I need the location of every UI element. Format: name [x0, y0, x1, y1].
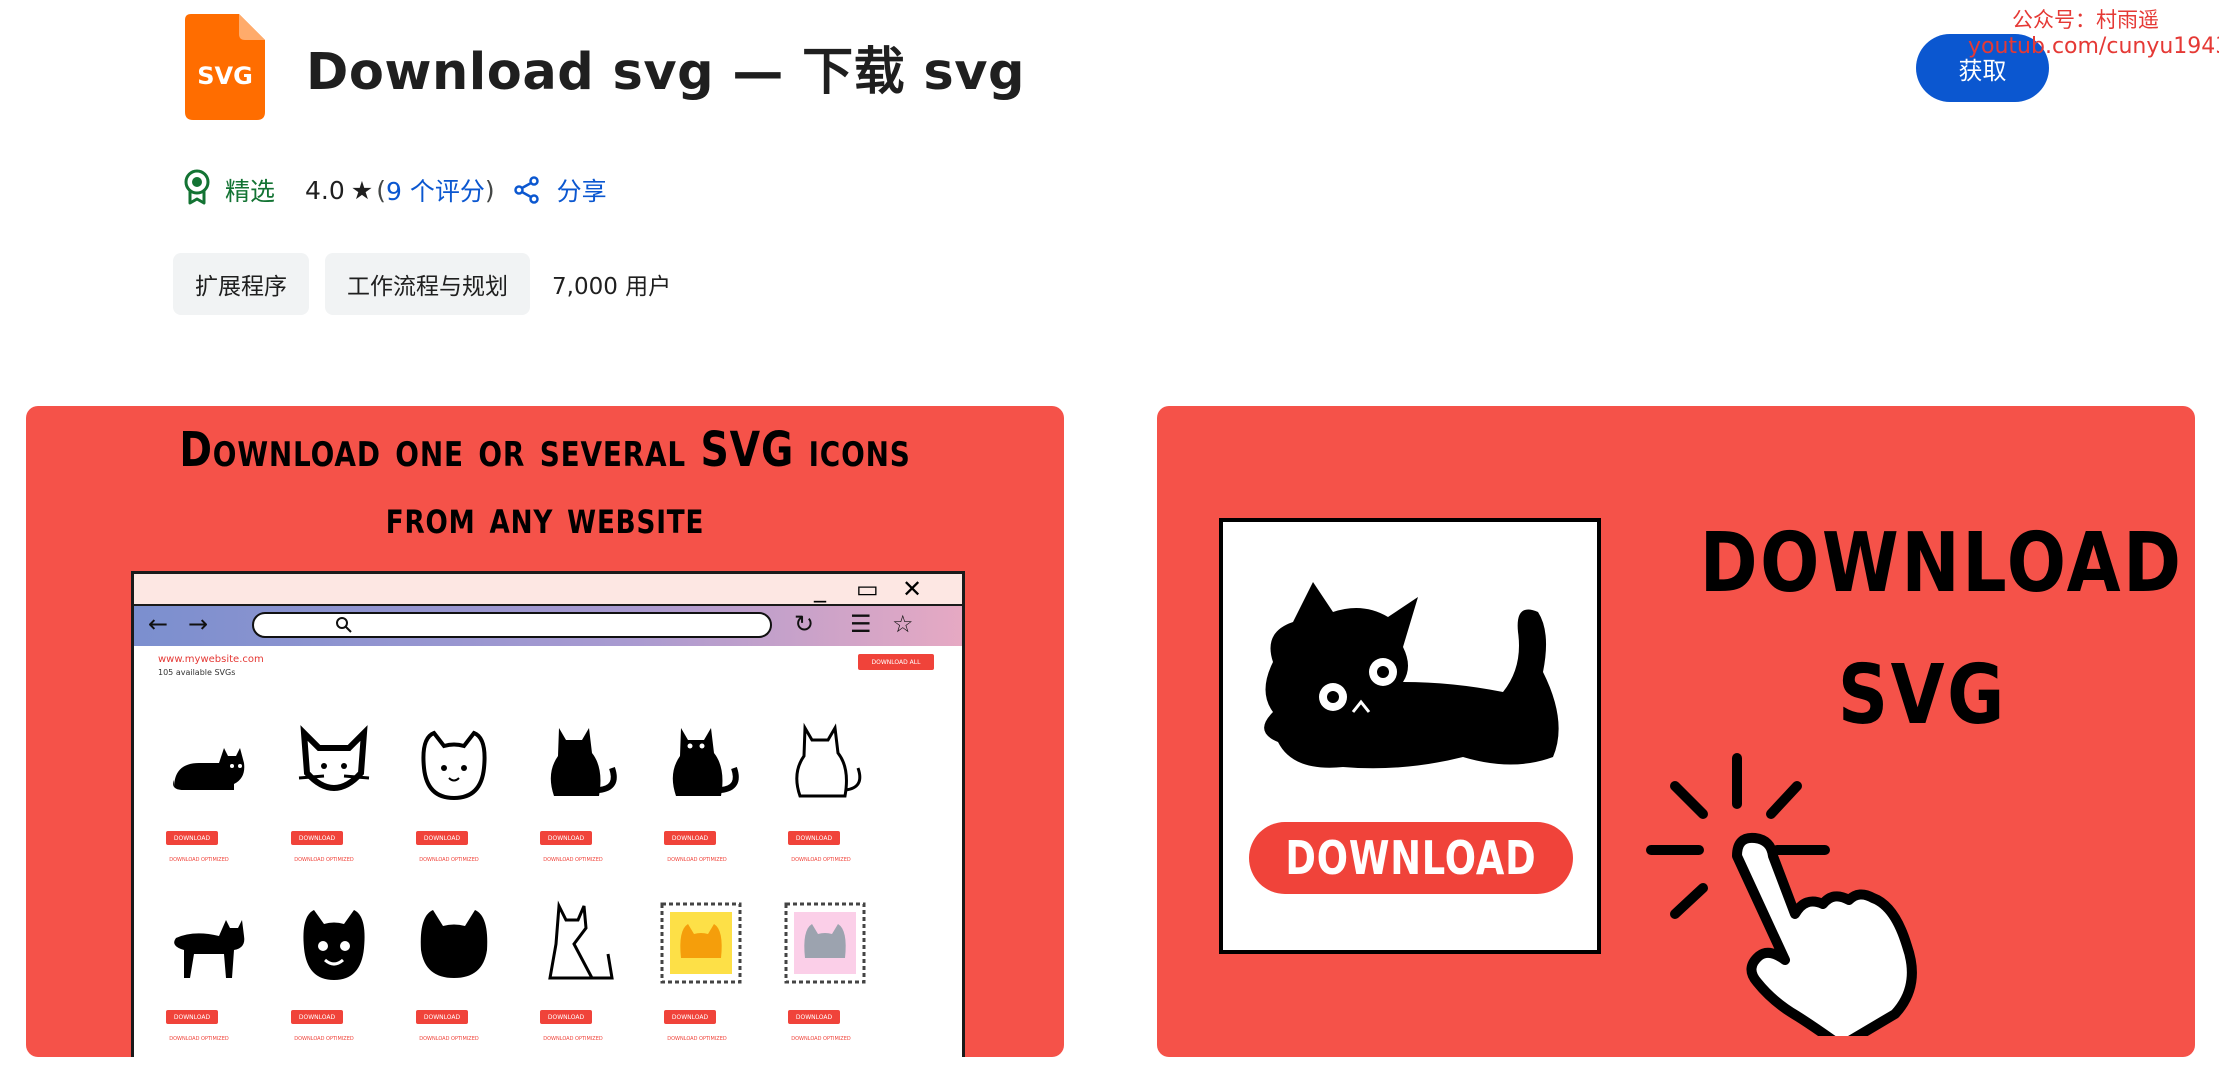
cat-face-smile-icon: [303, 910, 365, 980]
download-optimized-link: DOWNLOAD OPTIMIZED: [419, 1036, 479, 1042]
card1-heading-line1: Download one or several SVG icons: [179, 422, 911, 478]
browser-titlebar: _ ▭ ✕: [134, 574, 962, 606]
chip-workflow-planning[interactable]: 工作流程与规划: [325, 253, 530, 315]
download-button: DOWNLOAD: [788, 1010, 840, 1024]
browser-mockup: _ ▭ ✕ ← → ↻ ☰ ☆ www.mywebsite.com 105 av…: [131, 571, 965, 1057]
card2-heading-line1: DOWNLOAD: [1657, 516, 2187, 611]
cat-sitting-icon: [550, 728, 617, 796]
screenshot-card-1[interactable]: Download one or several SVG icons from a…: [26, 406, 1064, 1057]
cat-outline-sitting-icon: [795, 722, 862, 798]
card2-heading-line1-text: DOWNLOAD: [1699, 516, 2184, 611]
reload-icon: ↻: [794, 610, 815, 638]
black-cat-illustration: [1264, 582, 1559, 769]
user-count: 7,000 用户: [552, 274, 672, 300]
cat-face-outline-icon: [298, 725, 370, 791]
cat-line-art-icon: [548, 900, 614, 980]
download-optimized-link: DOWNLOAD OPTIMIZED: [791, 1036, 851, 1042]
download-optimized-link: DOWNLOAD OPTIMIZED: [543, 857, 603, 863]
svg-gallery-page: www.mywebsite.com 105 available SVGs DOW…: [144, 648, 952, 1057]
download-optimized-link: DOWNLOAD OPTIMIZED: [667, 1036, 727, 1042]
watermark-url: youtub.com/cunyu1943: [1968, 34, 2219, 59]
cat-head-silhouette-icon: [420, 910, 488, 978]
category-chips: 扩展程序 工作流程与规划 7,000 用户: [173, 253, 671, 315]
maximize-icon: ▭: [856, 575, 879, 603]
download-optimized-link: DOWNLOAD OPTIMIZED: [169, 857, 229, 863]
featured-label: 精选: [225, 177, 276, 206]
browser-toolbar: ← → ↻ ☰ ☆: [134, 606, 962, 646]
card2-heading-line2-text: SVG: [1837, 648, 2007, 743]
download-button: DOWNLOAD: [416, 831, 468, 845]
share-icon: [513, 176, 539, 204]
cat-lying-icon: [173, 748, 245, 790]
download-button: DOWNLOAD: [291, 1010, 343, 1024]
pointing-hand-icon: [1646, 753, 1917, 1036]
rating-value: 4.0: [305, 175, 345, 205]
share-label: 分享: [556, 177, 607, 206]
download-button: DOWNLOAD: [788, 831, 840, 845]
chip-extensions[interactable]: 扩展程序: [173, 253, 309, 315]
download-button: DOWNLOAD: [540, 1010, 592, 1024]
cat-face-round-icon: [421, 730, 487, 801]
cat-stamp-yellow-icon: [660, 902, 742, 984]
cat-sitting-face-icon: [672, 728, 739, 796]
download-optimized-link: DOWNLOAD OPTIMIZED: [667, 857, 727, 863]
page-title: Download svg — 下载 svg: [306, 43, 1025, 102]
card2-download-button: DOWNLOAD: [1249, 822, 1573, 894]
cat-stamp-pink-icon: [784, 902, 866, 984]
card2-heading-line2: SVG: [1657, 648, 2187, 743]
download-button: DOWNLOAD: [664, 831, 716, 845]
card2-download-label: DOWNLOAD: [1285, 831, 1537, 885]
download-button: DOWNLOAD: [166, 1010, 218, 1024]
search-icon: [336, 617, 352, 633]
app-icon-label: SVG: [197, 62, 253, 90]
bookmark-star-icon: ☆: [892, 610, 914, 638]
reviews-paren-close: ): [484, 175, 495, 205]
download-button: DOWNLOAD: [416, 1010, 468, 1024]
cat-walking-icon: [174, 920, 245, 978]
app-icon: SVG: [185, 14, 265, 120]
star-icon: ★: [350, 175, 374, 205]
download-button: DOWNLOAD: [166, 831, 218, 845]
svg-count: 105 available SVGs: [158, 668, 236, 677]
site-url: www.mywebsite.com: [158, 654, 264, 665]
meta-row: 精选 4.0 ★ ( 9 个评分 ) 分享: [183, 168, 607, 212]
screenshot-card-2[interactable]: DOWNLOAD DOWNLOAD SVG: [1157, 406, 2195, 1057]
download-button: DOWNLOAD: [540, 831, 592, 845]
card1-heading-line2: from any website: [385, 490, 705, 544]
forward-arrow-icon: →: [188, 610, 209, 638]
download-optimized-link: DOWNLOAD OPTIMIZED: [419, 857, 479, 863]
card2-cat-frame: DOWNLOAD: [1219, 518, 1601, 954]
download-optimized-link: DOWNLOAD OPTIMIZED: [543, 1036, 603, 1042]
minimize-icon: _: [814, 575, 826, 603]
menu-icon: ☰: [850, 610, 872, 638]
reviews-link[interactable]: 9 个评分: [386, 172, 485, 208]
address-bar: [252, 612, 772, 638]
watermark-account: 公众号：村雨遥: [2012, 8, 2159, 32]
back-arrow-icon: ←: [148, 610, 169, 638]
download-optimized-link: DOWNLOAD OPTIMIZED: [294, 857, 354, 863]
close-icon: ✕: [902, 575, 923, 603]
download-all-button: DOWNLOAD ALL: [858, 654, 934, 670]
download-optimized-link: DOWNLOAD OPTIMIZED: [294, 1036, 354, 1042]
share-button[interactable]: 分享: [513, 172, 607, 208]
download-button: DOWNLOAD: [291, 831, 343, 845]
featured-badge-icon: [183, 169, 225, 211]
download-button: DOWNLOAD: [664, 1010, 716, 1024]
reviews-paren-open: (: [376, 175, 386, 205]
download-optimized-link: DOWNLOAD OPTIMIZED: [169, 1036, 229, 1042]
download-optimized-link: DOWNLOAD OPTIMIZED: [791, 857, 851, 863]
